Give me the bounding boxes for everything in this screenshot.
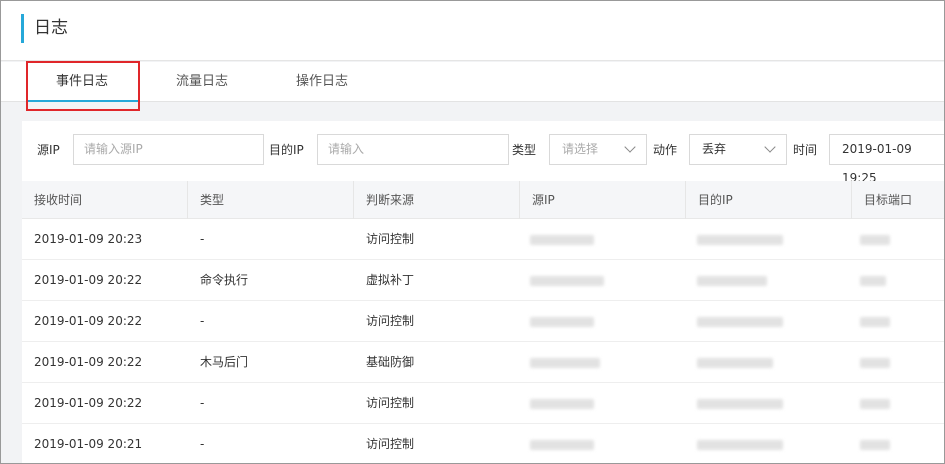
time-value: 2019-01-09 19:25	[842, 142, 912, 185]
type-label: 类型	[512, 143, 537, 157]
table-row[interactable]: 2019-01-09 20:21 - 访问控制	[22, 424, 944, 463]
redacted-src-ip	[530, 358, 600, 368]
dst-ip-label: 目的IP	[269, 143, 304, 157]
cell-source: 基础防御	[366, 355, 415, 369]
table-header: 接收时间 类型 判断来源 源IP 目的IP 目标端口	[22, 181, 944, 219]
cell-time: 2019-01-09 20:22	[34, 314, 143, 328]
type-select-value: 请选择	[562, 142, 599, 156]
col-dst-ip: 目的IP	[686, 181, 852, 219]
action-label: 动作	[653, 143, 678, 157]
chevron-down-icon	[624, 141, 636, 153]
tab-event-log[interactable]: 事件日志	[26, 62, 138, 102]
tab-operation-log[interactable]: 操作日志	[266, 62, 378, 102]
type-select[interactable]: 请选择	[549, 134, 647, 165]
redacted-port	[860, 399, 890, 409]
cell-time: 2019-01-09 20:22	[34, 355, 143, 369]
cell-type: 命令执行	[200, 273, 249, 287]
col-type: 类型	[188, 181, 354, 219]
redacted-dst-ip	[697, 235, 783, 245]
redacted-dst-ip	[697, 440, 783, 450]
col-target-port: 目标端口	[864, 193, 913, 207]
cell-source: 访问控制	[366, 314, 415, 328]
cell-time: 2019-01-09 20:21	[34, 437, 143, 451]
cell-time: 2019-01-09 20:22	[34, 396, 143, 410]
src-ip-input[interactable]: 请输入源IP	[73, 134, 264, 165]
redacted-port	[860, 358, 890, 368]
title-accent-bar	[21, 14, 24, 43]
redacted-port	[860, 276, 886, 286]
src-ip-label: 源IP	[37, 143, 60, 157]
cell-type: -	[200, 314, 205, 328]
redacted-src-ip	[530, 440, 594, 450]
cell-source: 访问控制	[366, 437, 415, 451]
tab-traffic-log[interactable]: 流量日志	[146, 62, 258, 102]
redacted-src-ip	[530, 276, 604, 286]
action-select[interactable]: 丢弃	[689, 134, 787, 165]
col-judge-source: 判断来源	[354, 181, 520, 219]
cell-time: 2019-01-09 20:22	[34, 273, 143, 287]
redacted-port	[860, 440, 890, 450]
action-select-value: 丢弃	[702, 142, 727, 156]
window: 日志 事件日志 流量日志 操作日志 源IP 请输入源IP 目的IP 请输入 类型…	[0, 0, 945, 464]
tab-bar: 事件日志 流量日志 操作日志	[1, 62, 944, 102]
page-title: 日志	[34, 18, 68, 38]
redacted-dst-ip	[697, 399, 783, 409]
chevron-down-icon	[764, 141, 776, 153]
redacted-dst-ip	[697, 276, 767, 286]
page-header: 日志	[1, 1, 944, 61]
cell-type: 木马后门	[200, 355, 249, 369]
table-row[interactable]: 2019-01-09 20:22 - 访问控制	[22, 301, 944, 342]
cell-time: 2019-01-09 20:23	[34, 232, 143, 246]
cell-type: -	[200, 437, 205, 451]
cell-source: 访问控制	[366, 396, 415, 410]
redacted-port	[860, 235, 890, 245]
time-label: 时间	[793, 143, 818, 157]
table-row[interactable]: 2019-01-09 20:22 命令执行 虚拟补丁	[22, 260, 944, 301]
log-panel: 源IP 请输入源IP 目的IP 请输入 类型 请选择 动作 丢弃 时间 2019…	[22, 121, 944, 463]
redacted-src-ip	[530, 235, 594, 245]
dst-ip-input[interactable]: 请输入	[317, 134, 509, 165]
table-row[interactable]: 2019-01-09 20:22 木马后门 基础防御	[22, 342, 944, 383]
cell-source: 虚拟补丁	[366, 273, 415, 287]
cell-type: -	[200, 396, 205, 410]
redacted-src-ip	[530, 317, 594, 327]
table-row[interactable]: 2019-01-09 20:22 - 访问控制	[22, 383, 944, 424]
redacted-port	[860, 317, 890, 327]
redacted-dst-ip	[697, 317, 783, 327]
filter-bar: 源IP 请输入源IP 目的IP 请输入 类型 请选择 动作 丢弃 时间 2019…	[22, 121, 944, 185]
time-picker[interactable]: 2019-01-09 19:25	[829, 134, 944, 185]
redacted-dst-ip	[697, 358, 773, 368]
table-row[interactable]: 2019-01-09 20:23 - 访问控制	[22, 219, 944, 260]
cell-type: -	[200, 232, 205, 246]
col-receive-time: 接收时间	[22, 181, 188, 219]
col-src-ip: 源IP	[520, 181, 686, 219]
cell-source: 访问控制	[366, 232, 415, 246]
redacted-src-ip	[530, 399, 594, 409]
